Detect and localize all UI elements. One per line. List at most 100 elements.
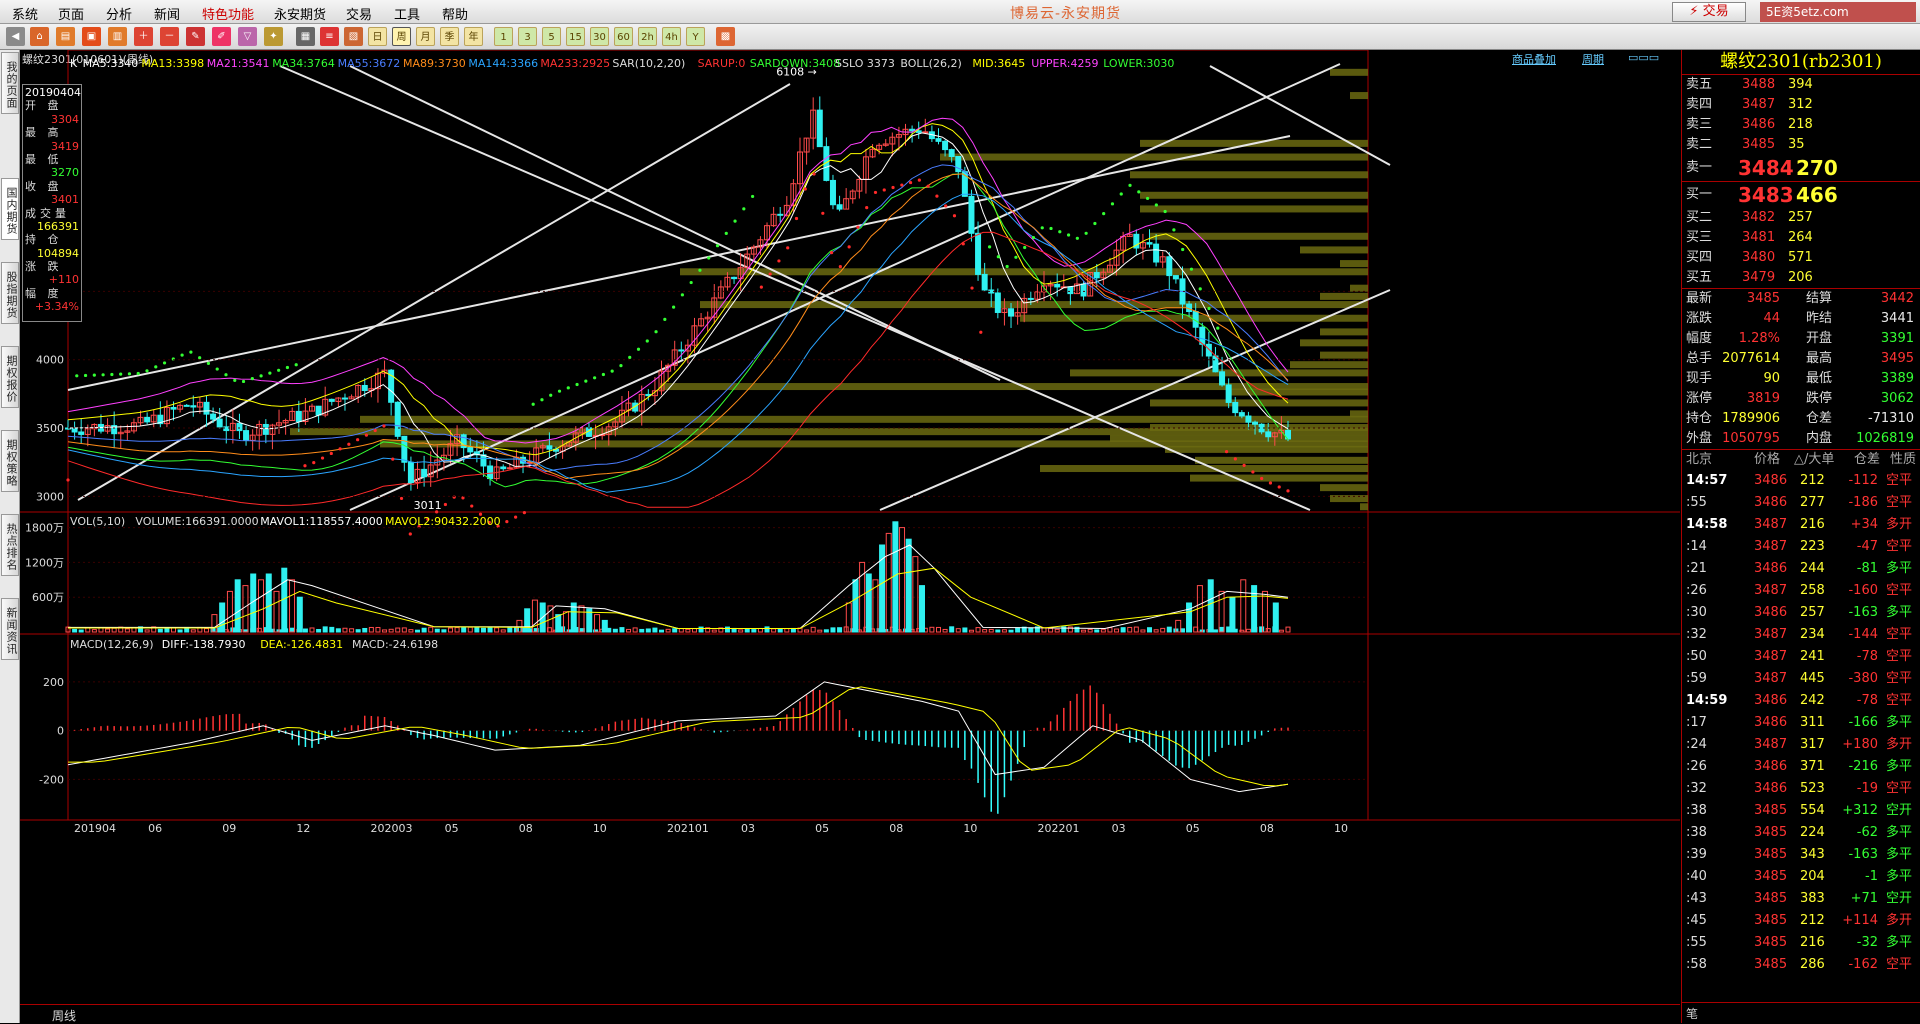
sar-dot: [1005, 264, 1009, 269]
list-icon[interactable]: ≡: [320, 27, 339, 46]
tick-row[interactable]: :32 3486 523 -19 空平: [1682, 778, 1920, 800]
ask-row[interactable]: 卖二 3485 35: [1682, 135, 1920, 155]
trade-button[interactable]: ⚡ 交易: [1672, 2, 1746, 22]
menu-yongan[interactable]: 永安期货: [274, 4, 326, 23]
calc-icon[interactable]: ▧: [344, 27, 363, 46]
tick-row[interactable]: :26 3486 371 -216 多平: [1682, 756, 1920, 778]
draw-icon[interactable]: ✎: [186, 27, 205, 46]
volume-bar: [652, 627, 658, 633]
sidetab-option-quotes[interactable]: 期权报价: [1, 346, 19, 408]
tick-row[interactable]: :55 3486 277 -186 空平: [1682, 492, 1920, 514]
menu-news[interactable]: 新闻: [154, 4, 180, 23]
tick-row[interactable]: :32 3487 234 -144 空平: [1682, 624, 1920, 646]
bid-row[interactable]: 买三 3481 264: [1682, 228, 1920, 248]
menu-features[interactable]: 特色功能: [202, 4, 254, 23]
sidetab-hot-ranking[interactable]: 热点排名: [1, 514, 19, 576]
tick-price: 3485: [1754, 935, 1788, 950]
page-icon[interactable]: ▤: [56, 27, 75, 46]
ask-row[interactable]: 卖三 3486 218: [1682, 115, 1920, 135]
tick-row[interactable]: :59 3487 445 -380 空平: [1682, 668, 1920, 690]
x-tick-label: 202201: [1038, 822, 1080, 835]
tick-row[interactable]: :24 3487 317 +180 多开: [1682, 734, 1920, 756]
sar-dot: [1198, 287, 1202, 291]
menu-trade[interactable]: 交易: [346, 4, 372, 23]
volume-bar: [362, 627, 368, 633]
volume-bar: [1094, 629, 1100, 633]
menu-page[interactable]: 页面: [58, 4, 84, 23]
sidetab-my-page[interactable]: 我的页面: [1, 52, 19, 114]
sidetab-news[interactable]: 新闻资讯: [1, 598, 19, 660]
period-year[interactable]: 年: [464, 27, 483, 46]
period-custom[interactable]: Y: [686, 27, 705, 46]
window-icon[interactable]: ▥: [108, 27, 127, 46]
tick-row[interactable]: :30 3486 257 -163 多平: [1682, 602, 1920, 624]
home-icon[interactable]: ⌂: [30, 27, 49, 46]
pen-icon[interactable]: ✐: [212, 27, 231, 46]
menu-tools[interactable]: 工具: [394, 4, 420, 23]
period-30min[interactable]: 30: [590, 27, 609, 46]
ask-row[interactable]: 卖四 3487 312: [1682, 95, 1920, 115]
tick-row[interactable]: :38 3485 224 -62 多平: [1682, 822, 1920, 844]
bid-row[interactable]: 买一 3483 466: [1682, 182, 1920, 208]
period-4h[interactable]: 4h: [662, 27, 681, 46]
menu-analysis[interactable]: 分析: [106, 4, 132, 23]
tick-nature: 多平: [1886, 605, 1913, 620]
period-60min[interactable]: 60: [614, 27, 633, 46]
tick-row[interactable]: :17 3486 311 -166 多平: [1682, 712, 1920, 734]
tick-list[interactable]: 14:57 3486 212 -112 空平:55 3486 277 -186 空平 14:58 3…: [1682, 470, 1920, 976]
period-1min[interactable]: 1: [494, 27, 513, 46]
settings-icon[interactable]: ▩: [716, 27, 735, 46]
tick-row[interactable]: :43 3485 383 +71 空开: [1682, 888, 1920, 910]
filter-icon[interactable]: ▽: [238, 27, 257, 46]
tick-row[interactable]: :39 3485 343 -163 多平: [1682, 844, 1920, 866]
tick-row[interactable]: :14 3487 223 -47 空平: [1682, 536, 1920, 558]
volume-bar: [177, 629, 183, 633]
period-day[interactable]: 日: [368, 27, 387, 46]
sidetab-domestic-futures[interactable]: 国内期货: [1, 178, 19, 240]
period-month[interactable]: 月: [416, 27, 435, 46]
tick-row[interactable]: 14:58 3487 216 +34 多开: [1682, 514, 1920, 536]
zoom-in-icon[interactable]: ＋: [134, 27, 153, 46]
bid-row[interactable]: 买二 3482 257: [1682, 208, 1920, 228]
indicator-label: SARDOWN:3408: [750, 57, 840, 70]
tick-row[interactable]: :55 3485 216 -32 多平: [1682, 932, 1920, 954]
tick-oi-change: +71: [1850, 891, 1878, 906]
folder-icon[interactable]: ▣: [82, 27, 101, 46]
window-controls[interactable]: 5E资5etz.com: [1760, 2, 1916, 22]
bid-row[interactable]: 买五 3479 206: [1682, 268, 1920, 288]
tick-row[interactable]: :45 3485 212 +114 多开: [1682, 910, 1920, 932]
tick-row[interactable]: 14:59 3486 242 -78 空平: [1682, 690, 1920, 712]
period-2h[interactable]: 2h: [638, 27, 657, 46]
period-3min[interactable]: 3: [518, 27, 537, 46]
bid-row[interactable]: 买四 3480 571: [1682, 248, 1920, 268]
sidetab-option-strategy[interactable]: 期权策略: [1, 430, 19, 492]
tick-volume: 523: [1800, 781, 1825, 796]
zoom-out-icon[interactable]: －: [160, 27, 179, 46]
grid-icon[interactable]: ▦: [296, 27, 315, 46]
tick-row[interactable]: :58 3485 286 -162 空平: [1682, 954, 1920, 976]
back-icon[interactable]: ◀: [6, 27, 25, 46]
tick-volume: 383: [1800, 891, 1825, 906]
candle-body: [1166, 256, 1173, 277]
tick-row[interactable]: :21 3486 244 -81 多平: [1682, 558, 1920, 580]
tool-icon[interactable]: ✦: [264, 27, 283, 46]
period-5min[interactable]: 5: [542, 27, 561, 46]
tick-row[interactable]: :38 3485 554 +312 空开: [1682, 800, 1920, 822]
tick-volume: 286: [1800, 957, 1825, 972]
tick-row[interactable]: :50 3487 241 -78 空平: [1682, 646, 1920, 668]
menu-help[interactable]: 帮助: [442, 4, 468, 23]
period-week[interactable]: 周: [392, 27, 411, 46]
period-quarter[interactable]: 季: [440, 27, 459, 46]
tick-row[interactable]: :26 3487 258 -160 空平: [1682, 580, 1920, 602]
tab-ticks[interactable]: 笔: [1686, 1005, 1698, 1022]
volume-bar: [711, 629, 717, 633]
chart-canvas[interactable]: 6108 →3011 600万1200万1800万VOL(5,10) VOLUME…: [20, 50, 1680, 1004]
tick-row[interactable]: 14:57 3486 212 -112 空平: [1682, 470, 1920, 492]
ask-row[interactable]: 卖五 3488 394: [1682, 75, 1920, 95]
sar-dot: [110, 372, 114, 377]
sidetab-index-futures[interactable]: 股指期货: [1, 262, 19, 324]
menu-system[interactable]: 系统: [12, 4, 38, 23]
period-15min[interactable]: 15: [566, 27, 585, 46]
tick-row[interactable]: :40 3485 204 -1 多平: [1682, 866, 1920, 888]
ask-row[interactable]: 卖一 3484 270: [1682, 155, 1920, 181]
